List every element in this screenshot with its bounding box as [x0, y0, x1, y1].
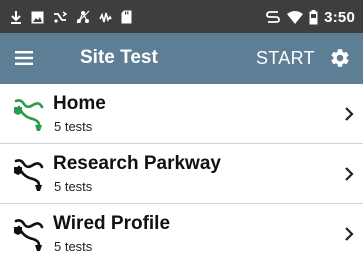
cable-icon: [14, 99, 44, 131]
site-name: Research Parkway: [53, 153, 221, 174]
chevron-right-icon: [345, 227, 354, 241]
site-name: Wired Profile: [53, 213, 171, 234]
site-row-wired-profile[interactable]: Wired Profile 5 tests: [0, 204, 363, 263]
chevron-right-icon: [345, 107, 354, 121]
audio-icon: [99, 12, 112, 22]
page-title: Site Test: [80, 47, 158, 68]
status-right-icons: 3:50: [265, 7, 355, 27]
download-icon: [11, 11, 21, 24]
site-name: Home: [53, 93, 106, 114]
battery-icon: [309, 9, 318, 24]
site-list: Home 5 tests Research Parkway 5 tests Wi…: [0, 84, 363, 263]
sd-card-icon: [121, 10, 132, 24]
status-time: 3:50: [324, 8, 355, 26]
wifi-icon: [287, 10, 304, 24]
chevron-right-icon: [345, 167, 354, 181]
gear-icon: [331, 49, 349, 67]
site-test-count: 5 tests: [54, 179, 93, 194]
status-left-icons: [10, 8, 132, 26]
menu-icon: [15, 51, 33, 65]
menu-button[interactable]: [14, 48, 34, 68]
signal-icon: [266, 11, 281, 23]
network-icon: [76, 10, 90, 24]
status-bar: 3:50: [0, 0, 363, 33]
settings-button[interactable]: [329, 47, 351, 69]
no-signal-icon: [54, 11, 67, 23]
image-icon: [31, 11, 44, 23]
start-button[interactable]: START: [256, 48, 315, 69]
app-bar: Site Test START: [0, 33, 363, 84]
site-row-home[interactable]: Home 5 tests: [0, 84, 363, 144]
site-row-research-parkway[interactable]: Research Parkway 5 tests: [0, 144, 363, 204]
site-test-count: 5 tests: [54, 119, 93, 134]
cable-icon: [14, 159, 44, 191]
cable-icon: [14, 219, 44, 251]
site-test-count: 5 tests: [54, 239, 93, 254]
